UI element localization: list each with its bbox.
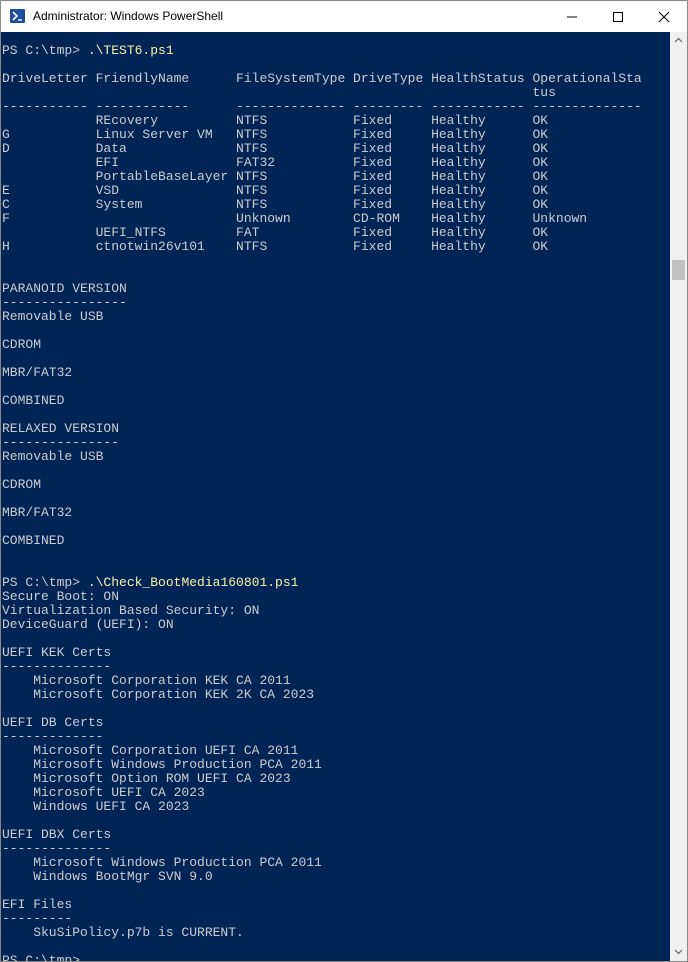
console-line: Microsoft Windows Production PCA 2011 <box>2 757 322 772</box>
powershell-window: Administrator: Windows PowerShell PS C:\… <box>0 0 688 962</box>
console-line: PS C:\tmp> .\Check_BootMedia160801.ps1 <box>2 576 642 590</box>
powershell-icon <box>10 9 25 23</box>
maximize-icon <box>613 12 623 22</box>
console-line: DriveLetter FriendlyName FileSystemType … <box>2 71 642 86</box>
console-line: Microsoft Corporation UEFI CA 2011 <box>2 743 299 758</box>
console-prompt: PS C:\tmp> <box>2 43 88 58</box>
console-line: tus <box>2 85 556 100</box>
console-line: UEFI DBX Certs <box>2 827 112 842</box>
console-line: Windows UEFI CA 2023 <box>2 799 190 814</box>
console-line: EFI FAT32 Fixed Healthy OK <box>2 155 549 170</box>
scrollbar-thumb[interactable] <box>672 260 685 280</box>
console-line: G Linux Server VM NTFS Fixed Healthy OK <box>2 127 549 142</box>
console-line: PS C:\tmp> <box>2 953 642 962</box>
console-line: Microsoft Windows Production PCA 2011 <box>2 855 322 870</box>
console-lines: PS C:\tmp> .\TEST6.ps1 DriveLetter Friend… <box>2 44 642 962</box>
console-line: COMBINED <box>2 533 65 548</box>
chevron-up-icon <box>674 37 683 43</box>
console-line: REcovery NTFS Fixed Healthy OK <box>2 113 549 128</box>
console-line: DeviceGuard (UEFI): ON <box>2 617 174 632</box>
minimize-button[interactable] <box>549 1 595 32</box>
console-line: -------------- <box>2 841 112 856</box>
console-line: F Unknown CD-ROM Healthy Unknown <box>2 211 588 226</box>
scroll-down-button[interactable] <box>670 944 687 961</box>
console-line: E VSD NTFS Fixed Healthy OK <box>2 183 549 198</box>
console-line: RELAXED VERSION <box>2 421 120 436</box>
console-command: .\TEST6.ps1 <box>87 43 174 58</box>
window-title: Administrator: Windows PowerShell <box>33 9 224 23</box>
console-line: SkuSiPolicy.p7b is CURRENT. <box>2 925 244 940</box>
console-line: C System NTFS Fixed Healthy OK <box>2 197 549 212</box>
console-prompt: PS C:\tmp> <box>2 575 88 590</box>
title-bar[interactable]: Administrator: Windows PowerShell <box>1 1 687 32</box>
console-line: Virtualization Based Security: ON <box>2 603 260 618</box>
console-line: Microsoft UEFI CA 2023 <box>2 785 205 800</box>
console-line: -------------- <box>2 659 112 674</box>
console-line: Removable USB <box>2 309 104 324</box>
console-line: MBR/FAT32 <box>2 505 73 520</box>
close-button[interactable] <box>641 1 687 32</box>
console-line: CDROM <box>2 477 42 492</box>
console-line: ------------- <box>2 729 104 744</box>
console-line: CDROM <box>2 337 42 352</box>
minimize-icon <box>567 16 577 18</box>
console-line: COMBINED <box>2 393 65 408</box>
maximize-button[interactable] <box>595 1 641 32</box>
chevron-down-icon <box>674 949 683 955</box>
console-output[interactable]: PS C:\tmp> .\TEST6.ps1 DriveLetter Friend… <box>1 32 670 961</box>
console-prompt: PS C:\tmp> <box>2 953 88 962</box>
scroll-up-button[interactable] <box>670 32 687 49</box>
console-line: --------------- <box>2 435 120 450</box>
console-line: EFI Files <box>2 897 73 912</box>
console-line: PortableBaseLayer NTFS Fixed Healthy OK <box>2 169 549 184</box>
console-line: Removable USB <box>2 449 104 464</box>
console-line: UEFI_NTFS FAT Fixed Healthy OK <box>2 225 549 240</box>
console-line: MBR/FAT32 <box>2 365 73 380</box>
console-line: Microsoft Corporation KEK CA 2011 <box>2 673 291 688</box>
close-icon <box>658 11 670 23</box>
console-line: ----------- ------------ -------------- … <box>2 99 642 114</box>
console-line: Windows BootMgr SVN 9.0 <box>2 869 213 884</box>
console-line: ---------------- <box>2 295 127 310</box>
console-line: PARANOID VERSION <box>2 281 127 296</box>
console-line: UEFI KEK Certs <box>2 645 112 660</box>
console-line: Microsoft Option ROM UEFI CA 2023 <box>2 771 291 786</box>
console-command: .\Check_BootMedia160801.ps1 <box>87 575 299 590</box>
console-line: D Data NTFS Fixed Healthy OK <box>2 141 549 156</box>
console-line: H ctnotwin26v101 NTFS Fixed Healthy OK <box>2 239 549 254</box>
console-line: UEFI DB Certs <box>2 715 104 730</box>
console-line: PS C:\tmp> .\TEST6.ps1 <box>2 44 642 58</box>
console-line: Microsoft Corporation KEK 2K CA 2023 <box>2 687 315 702</box>
vertical-scrollbar[interactable] <box>670 32 687 961</box>
console-line: Secure Boot: ON <box>2 589 120 604</box>
console-line: --------- <box>2 911 73 926</box>
